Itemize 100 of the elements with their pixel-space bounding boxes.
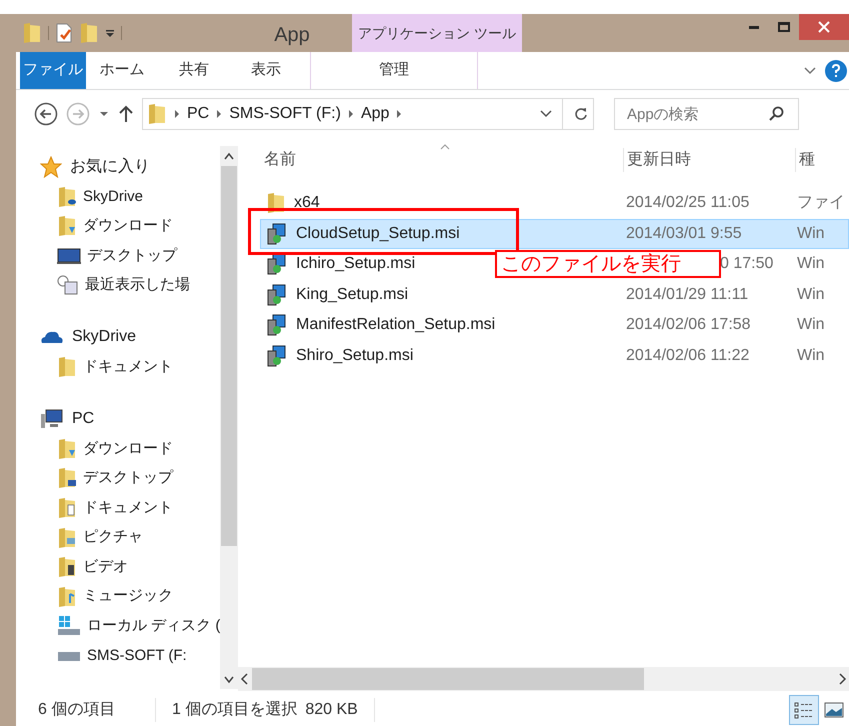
folder-icon [57, 467, 77, 490]
folder-icon [22, 22, 42, 44]
chevron-icon[interactable] [395, 109, 404, 119]
dropdown-icon[interactable] [540, 110, 552, 118]
vertical-scrollbar[interactable] [220, 146, 238, 689]
file-row[interactable]: Shiro_Setup.msi 2014/02/06 11:22 Win [260, 340, 849, 371]
selection-count: 1 個の項目を選択 [171, 700, 298, 720]
installer-icon [266, 222, 288, 245]
file-name: ManifestRelation_Setup.msi [296, 315, 496, 336]
column-header[interactable]: 種 [795, 148, 815, 172]
folder-icon [57, 438, 77, 460]
ribbon-tab[interactable]: ホーム [86, 52, 158, 89]
nav-group[interactable]: お気に入り [40, 152, 220, 182]
search-field[interactable]: Appの検索 [614, 98, 799, 130]
folder-icon [57, 496, 77, 519]
type-cell-text: ファイ [797, 193, 845, 214]
type-cell-text: Win [797, 254, 825, 274]
star-icon [40, 156, 62, 178]
breadcrumb[interactable]: App [360, 102, 390, 126]
details-view-button[interactable] [789, 694, 819, 724]
file-row[interactable]: King_Setup.msi 2014/01/29 11:11 Win [260, 280, 849, 310]
type-cell-text: Win [797, 284, 825, 305]
ribbon-tab[interactable]: 表示 [230, 52, 302, 89]
properties-icon[interactable] [55, 23, 73, 43]
window-title: App [273, 23, 311, 48]
date-cell-text: 2014/02/25 11:05 [626, 193, 750, 214]
installer-icon [266, 344, 288, 367]
ribbon-tab[interactable]: ファイル [20, 52, 86, 89]
picture-view-icon [824, 702, 844, 718]
type-cell-text: Win [797, 315, 825, 336]
chevron-icon[interactable] [173, 109, 181, 119]
ribbon-tab[interactable]: 共有 [158, 52, 230, 89]
installer-icon [266, 284, 288, 306]
type-cell-text: Win [797, 346, 825, 366]
file-name: CloudSetup_Setup.msi [296, 224, 460, 244]
caret-icon[interactable] [98, 110, 110, 118]
drive-icon [57, 615, 81, 638]
callout-label: このファイルを実行 [495, 250, 721, 278]
cloud-icon [40, 329, 64, 346]
nav-item[interactable]: ローカル ディスク ( [40, 612, 220, 642]
type-cell-text: Win [797, 224, 825, 244]
folder-icon [57, 556, 77, 578]
close-button[interactable] [799, 14, 849, 40]
folder-icon [57, 215, 77, 238]
nav-item[interactable]: ミュージック [40, 582, 220, 612]
address-bar[interactable]: PC SMS-SOFT (F:) App [142, 98, 594, 130]
folder-icon [147, 103, 167, 125]
installer-icon [266, 253, 288, 276]
nav-item[interactable]: ドキュメント [40, 493, 220, 523]
breadcrumb[interactable]: PC [187, 102, 210, 126]
chevron-icon[interactable] [346, 109, 355, 119]
folder-icon [57, 586, 77, 608]
drive-icon [57, 650, 81, 662]
nav-item[interactable]: ダウンロード [40, 212, 220, 242]
file-name: Ichiro_Setup.msi [296, 254, 416, 274]
file-row[interactable]: CloudSetup_Setup.msi 2014/03/01 9:55 Win [260, 218, 849, 249]
nav-group[interactable]: SkyDrive [40, 322, 220, 352]
chevron-icon[interactable] [803, 66, 817, 76]
folder-icon [266, 192, 286, 214]
nav-item[interactable]: ダウンロード [40, 434, 220, 464]
file-name: King_Setup.msi [296, 284, 408, 305]
details-view-icon [794, 700, 814, 718]
new-folder-icon [79, 22, 99, 44]
up-arrow-icon[interactable] [118, 105, 134, 123]
nav-item[interactable]: デスクトップ [40, 241, 220, 271]
column-header[interactable]: 名前 [238, 148, 623, 172]
computer-icon [40, 408, 64, 430]
nav-item[interactable]: 最近表示した場 [40, 270, 220, 300]
file-name: x64 [294, 193, 320, 214]
nav-item[interactable]: ピクチャ [40, 522, 220, 552]
file-row[interactable]: ManifestRelation_Setup.msi 2014/02/06 17:58 Win [260, 310, 849, 340]
search-icon [769, 106, 785, 122]
breadcrumb[interactable]: SMS-SOFT (F:) [229, 102, 341, 126]
recent-places-icon [57, 274, 79, 297]
date-cell-text: 2014/01/29 11:11 [626, 284, 750, 305]
close-icon [818, 21, 830, 33]
nav-item[interactable]: SkyDrive [40, 182, 220, 212]
folder-icon [57, 356, 77, 378]
selection-size: 820 KB [297, 698, 375, 722]
context-tab-header: アプリケーション ツール [352, 14, 522, 52]
nav-item[interactable]: ドキュメント [40, 352, 220, 382]
nav-item[interactable]: SMS-SOFT (F: [40, 641, 220, 671]
nav-group[interactable]: PC [40, 404, 220, 434]
date-cell-text: 0 17:50 [720, 254, 774, 274]
nav-item[interactable]: ビデオ [40, 552, 220, 582]
chevron-icon[interactable] [215, 109, 224, 119]
caret-icon[interactable] [105, 28, 115, 38]
ribbon-tab[interactable]: 管理 [310, 52, 478, 89]
item-count: 6 個の項目 [38, 698, 156, 722]
help-icon[interactable] [825, 60, 847, 82]
installer-icon [266, 314, 288, 336]
horizontal-scrollbar[interactable] [238, 667, 849, 691]
back-button[interactable] [34, 102, 58, 126]
nav-item[interactable]: デスクトップ [40, 464, 220, 494]
column-header[interactable]: 更新日時 [623, 148, 795, 172]
date-cell-text: 2014/02/06 11:22 [626, 346, 750, 366]
file-row[interactable]: x64 2014/02/25 11:05 ファイ [260, 188, 849, 218]
folder-icon [57, 186, 77, 208]
file-row[interactable]: Ichiro_Setup.msi このファイルを実行 0 17:50 Win [260, 249, 849, 280]
desktop-icon [57, 246, 81, 265]
